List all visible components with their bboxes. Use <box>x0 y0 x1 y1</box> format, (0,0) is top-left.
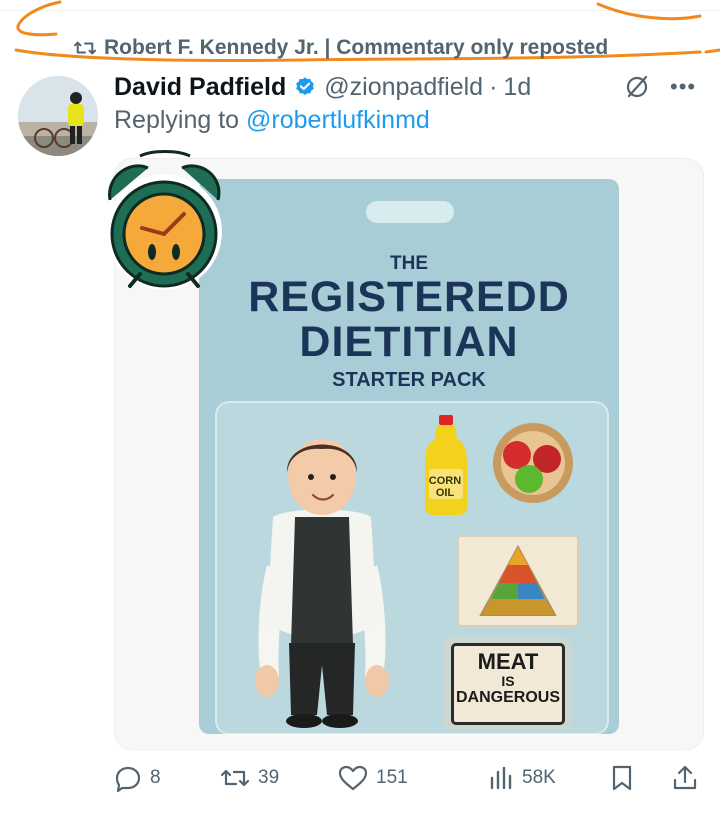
author-handle[interactable]: @zionpadfield <box>324 73 483 102</box>
bookmark-icon <box>612 765 632 791</box>
starter-pack-card: THE REGISTEREDD DIETITIAN STARTER PACK C… <box>199 179 619 735</box>
pack-title-sub: STARTER PACK <box>332 369 486 391</box>
author-name[interactable]: David Padfield <box>114 73 286 102</box>
repost-label: Robert F. Kennedy Jr. | Commentary only … <box>104 36 609 59</box>
meat-card-label: MEAT IS DANGEROUS <box>451 643 565 725</box>
like-count: 151 <box>376 767 408 788</box>
pack-title-small: THE <box>390 253 428 274</box>
food-pyramid-icon <box>479 544 557 616</box>
author-row: David Padfield @zionpadfield · 1d <box>114 70 531 104</box>
avatar[interactable] <box>18 76 98 156</box>
meat-is-dangerous-card: MEAT IS DANGEROUS <box>443 637 571 729</box>
reply-count: 8 <box>150 767 161 788</box>
alarm-clock-sticker <box>106 150 222 290</box>
food-pyramid-card <box>457 535 579 627</box>
view-count: 58K <box>522 767 556 788</box>
replying-to-label: Replying to <box>114 106 247 134</box>
share-icon <box>673 765 697 790</box>
views-button[interactable]: 58K <box>488 760 556 796</box>
reply-mention-link[interactable]: @robertlufkinmd <box>246 106 430 134</box>
tweet-action-bar: 8 39 151 58K <box>114 760 704 800</box>
repost-count: 39 <box>258 767 280 788</box>
views-icon <box>490 766 512 790</box>
avatar-photo <box>18 76 98 156</box>
verified-badge-icon[interactable] <box>294 76 316 98</box>
separator-dot: · <box>489 72 498 101</box>
meat-line-1: MEAT <box>477 649 539 674</box>
meat-line-3: DANGEROUS <box>455 689 560 706</box>
repost-context[interactable]: Robert F. Kennedy Jr. | Commentary only … <box>74 34 608 62</box>
more-icon[interactable]: ••• <box>670 74 696 100</box>
meat-line-2: IS <box>501 673 515 689</box>
repost-icon <box>74 41 96 55</box>
like-icon <box>338 765 368 791</box>
pack-title-main: REGISTEREDD DIETITIAN <box>248 273 570 366</box>
like-button[interactable]: 151 <box>338 760 408 796</box>
reply-button[interactable]: 8 <box>114 760 161 796</box>
corn-oil-bottle <box>425 415 467 515</box>
dietitian-figure <box>255 439 389 728</box>
repost-button[interactable]: 39 <box>220 760 279 796</box>
card-hanger-hole <box>366 201 454 223</box>
repost-icon <box>220 769 250 787</box>
share-button[interactable] <box>672 760 706 796</box>
corn-oil-label: CORN OIL <box>428 475 462 499</box>
grok-icon[interactable] <box>624 74 650 100</box>
replying-to: Replying to @robertlufkinmd <box>114 106 430 135</box>
bookmark-button[interactable] <box>610 760 642 796</box>
reply-icon <box>115 766 141 792</box>
timestamp[interactable]: 1d <box>503 73 531 102</box>
fruit-bowl <box>487 417 579 509</box>
